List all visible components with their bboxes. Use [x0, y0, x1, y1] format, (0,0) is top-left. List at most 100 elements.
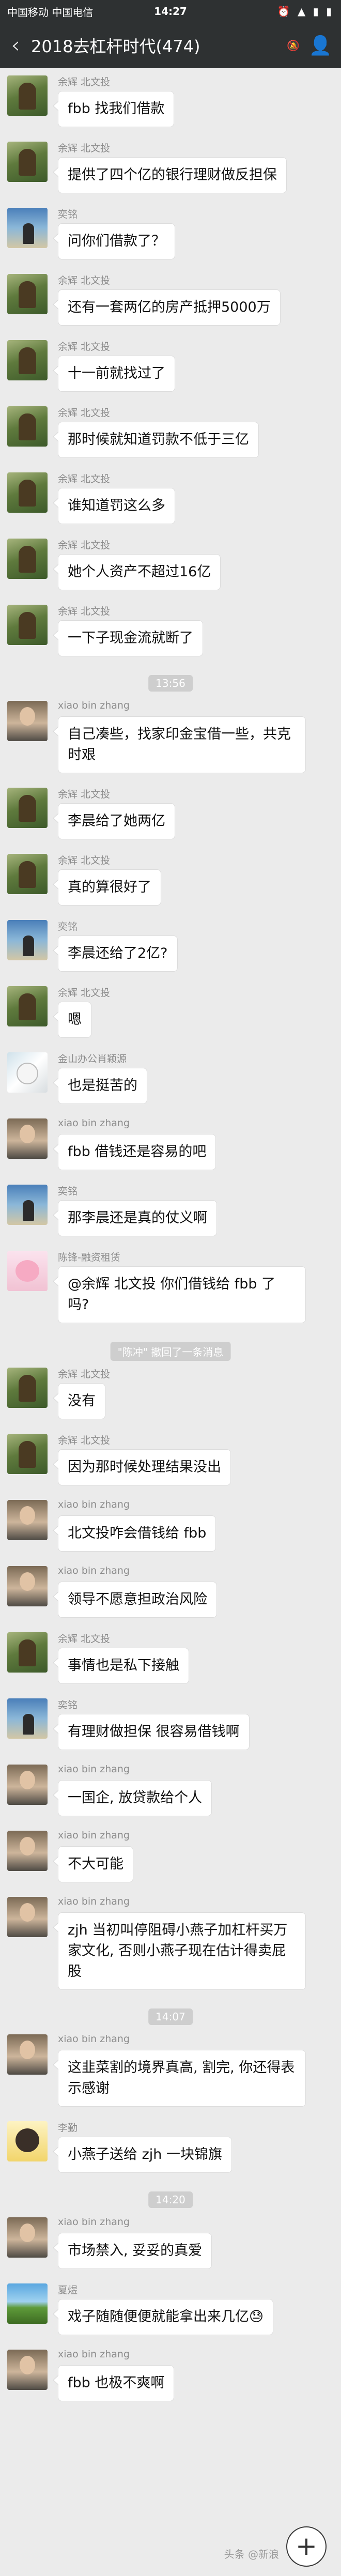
time-divider: 14:07 [148, 2008, 193, 2025]
message-bubble[interactable]: 嗯 [53, 1002, 91, 1038]
avatar[interactable] [7, 1566, 48, 1606]
message-bubble[interactable]: fbb 找我们借款 [52, 91, 175, 127]
avatar[interactable] [7, 605, 48, 645]
avatar[interactable] [7, 986, 48, 1026]
message-bubble[interactable]: 真的算很好了 [53, 869, 161, 906]
message-bubble[interactable]: 问你们借款了？ [53, 223, 175, 259]
message-bubble[interactable]: 李晨还给了2亿? [53, 936, 178, 972]
message-bubble[interactable]: 那李晨还是真的仗义啊 [53, 1200, 217, 1236]
message-bubble[interactable]: 那时候就知道罚款不低于三亿 [53, 422, 259, 458]
avatar[interactable] [7, 472, 48, 513]
avatar[interactable] [7, 701, 48, 741]
sender-name: xiao bin zhang [58, 2216, 130, 2228]
avatar[interactable] [7, 75, 48, 116]
sender-name: xiao bin zhang [58, 1830, 130, 1841]
message-bubble[interactable]: 市场禁入, 妥妥的真爱 [52, 2233, 212, 2269]
avatar[interactable] [7, 1185, 48, 1225]
avatar[interactable] [7, 1251, 48, 1291]
time-divider: 14:20 [148, 2191, 193, 2208]
avatar[interactable] [7, 1698, 48, 1739]
avatar[interactable] [7, 1118, 48, 1159]
carrier-text: 中国移动 中国电信 [7, 6, 94, 19]
avatar[interactable] [7, 274, 48, 314]
message-bubble[interactable]: @余辉 北文投 你们借钱给 fbb 了吗? [53, 1266, 306, 1323]
sender-name: 余辉 北文投 [58, 275, 111, 286]
message-bubble[interactable]: 自己凑些，找家印金宝借一些，共克时艰 [53, 716, 306, 773]
avatar[interactable] [7, 142, 48, 182]
avatar[interactable] [7, 1500, 48, 1540]
sender-name: 余辉 北文投 [58, 789, 111, 800]
avatar[interactable] [7, 208, 48, 248]
message-bubble[interactable]: 也是挺苦的 [53, 1068, 147, 1104]
message-bubble[interactable]: 十一前就找过了 [53, 356, 175, 392]
sender-name: xiao bin zhang [58, 2033, 130, 2045]
sender-name: 余辉 北文投 [58, 540, 111, 551]
message-list[interactable]: 余辉 北文投 fbb 找我们借款 余辉 北文投 提供了四个亿的银行理财做反担保 奕铭 问你… [0, 68, 341, 2576]
watermark: 头条 @新浪 [224, 2548, 279, 2560]
clock: 14:27 [154, 5, 187, 18]
message-bubble[interactable]: 因为那时候处理结果没出 [53, 1449, 231, 1485]
message-bubble[interactable]: 不大可能 [53, 1846, 133, 1882]
sender-name: 金山办公肖颖源 [58, 1053, 127, 1065]
message-bubble[interactable]: fbb 借钱还是容易的吧 [52, 1134, 216, 1170]
avatar[interactable] [7, 1897, 48, 1937]
message-bubble[interactable]: 北文投咋会借钱给 fbb [52, 1515, 216, 1552]
message-bubble[interactable]: 这韭菜割的境界真高, 割完, 你还得表示感谢 [53, 2050, 306, 2107]
sender-name: 奕铭 [58, 1699, 78, 1711]
avatar[interactable] [7, 788, 48, 828]
sender-name: xiao bin zhang [58, 1117, 130, 1129]
sender-name: 余辉 北文投 [58, 1369, 111, 1380]
sender-name: xiao bin zhang [58, 1565, 130, 1576]
message-bubble[interactable]: 李晨给了她两亿 [53, 803, 175, 839]
avatar[interactable] [7, 920, 48, 960]
avatar[interactable] [7, 2350, 48, 2390]
sender-name: xiao bin zhang [58, 1764, 130, 1775]
message-bubble[interactable]: 没有 [53, 1383, 105, 1419]
sender-name: 李勤 [58, 2122, 78, 2134]
avatar[interactable] [7, 2217, 48, 2258]
avatar[interactable] [7, 2034, 48, 2075]
sender-name: 余辉 北文投 [58, 1435, 111, 1446]
message-bubble[interactable]: 她个人资产不超过16亿 [52, 554, 221, 590]
avatar[interactable] [7, 1831, 48, 1871]
message-bubble[interactable]: 有理财做担保 很容易借钱啊 [53, 1714, 250, 1750]
avatar[interactable] [7, 1765, 48, 1805]
chat-title: 2018去杠杆时代(474) [31, 37, 200, 56]
sender-name: 余辉 北文投 [58, 606, 111, 617]
avatar[interactable] [7, 340, 48, 380]
sender-name: 夏煜 [58, 2284, 78, 2296]
time-divider: 13:56 [148, 675, 193, 692]
message-bubble[interactable]: 戏子随随便便就能拿出来几亿😓 [52, 2299, 274, 2335]
avatar[interactable] [7, 406, 48, 447]
sender-name: 余辉 北文投 [58, 143, 111, 154]
message-bubble[interactable]: fbb 也极不爽啊 [52, 2365, 175, 2401]
back-icon[interactable]: ‹ [0, 23, 31, 68]
message-bubble[interactable]: 一国企, 放贷款给个人 [52, 1780, 212, 1816]
sender-name: 余辉 北文投 [58, 341, 111, 352]
message-bubble[interactable]: zjh 当初叫停阻碍小燕子加杠杆买万家文化, 否则小燕子现在估计得卖屁股 [53, 1912, 306, 1990]
group-info-icon[interactable]: 👤 [300, 35, 341, 56]
message-bubble[interactable]: 事情也是私下接触 [53, 1648, 189, 1684]
avatar[interactable] [7, 1434, 48, 1474]
sender-name: 奕铭 [58, 921, 78, 932]
status-bar: 中国移动 中国电信 14:27 ⏰ ▲ ▮ ▮ [0, 0, 341, 23]
avatar[interactable] [7, 1368, 48, 1408]
message-bubble[interactable]: 还有一套两亿的房产抵押5000万 [53, 289, 281, 326]
avatar[interactable] [7, 1632, 48, 1673]
sender-name: 余辉 北文投 [58, 855, 111, 866]
avatar[interactable] [7, 539, 48, 579]
message-bubble[interactable]: 谁知道罚这么多 [53, 488, 175, 524]
message-bubble[interactable]: 提供了四个亿的银行理财做反担保 [53, 157, 287, 193]
sender-name: xiao bin zhang [58, 1499, 130, 1510]
message-bubble[interactable]: 一下子现金流就断了 [53, 620, 203, 656]
message-bubble[interactable]: 小燕子送给 zjh 一块锦旗 [53, 2137, 232, 2173]
avatar[interactable] [7, 1052, 48, 1093]
sender-name: 奕铭 [58, 1186, 78, 1197]
avatar[interactable] [7, 854, 48, 894]
message-bubble[interactable]: 领导不愿意担政治风险 [53, 1582, 217, 1618]
add-button[interactable]: + [286, 2526, 327, 2567]
sender-name: 余辉 北文投 [58, 1633, 111, 1645]
sender-name: 余辉 北文投 [58, 407, 111, 419]
avatar[interactable] [7, 2121, 48, 2161]
avatar[interactable] [7, 2283, 48, 2324]
